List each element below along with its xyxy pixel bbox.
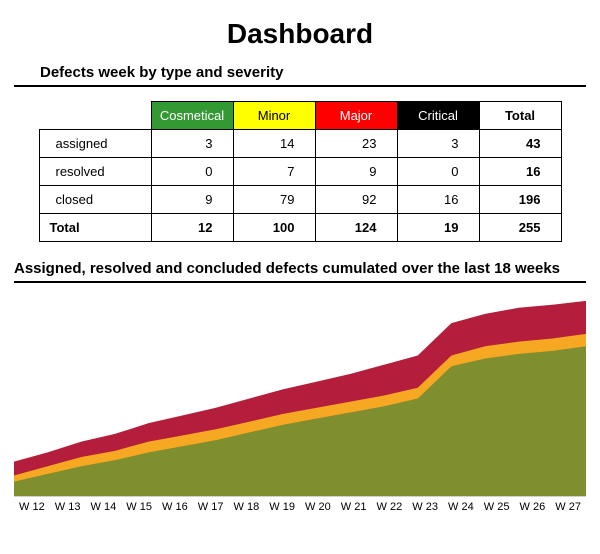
x-tick-label: W 17 (193, 497, 229, 517)
table-heading: Defects week by type and severity (40, 64, 586, 81)
x-tick-label: W 20 (300, 497, 336, 517)
cell: 16 (397, 186, 479, 214)
cell: 7 (233, 158, 315, 186)
x-tick-label: W 18 (229, 497, 265, 517)
col-critical: Critical (397, 102, 479, 130)
cell: 12 (151, 214, 233, 242)
cell-total: 16 (479, 158, 561, 186)
col-minor: Minor (233, 102, 315, 130)
chart-x-axis: W 12W 13W 14W 15W 16W 17W 18W 19W 20W 21… (14, 497, 586, 517)
col-cosmetical: Cosmetical (151, 102, 233, 130)
table-row: resolved 0 7 9 0 16 (39, 158, 561, 186)
cell: 3 (397, 130, 479, 158)
row-label: Total (39, 214, 151, 242)
x-tick-label: W 21 (336, 497, 372, 517)
cell: 14 (233, 130, 315, 158)
table-row: closed 9 79 92 16 196 (39, 186, 561, 214)
cell: 79 (233, 186, 315, 214)
cell: 0 (151, 158, 233, 186)
table-row: assigned 3 14 23 3 43 (39, 130, 561, 158)
x-tick-label: W 12 (14, 497, 50, 517)
row-label: resolved (39, 158, 151, 186)
x-tick-label: W 13 (50, 497, 86, 517)
x-tick-label: W 22 (372, 497, 408, 517)
row-label: closed (39, 186, 151, 214)
cell-total: 43 (479, 130, 561, 158)
cell-total: 196 (479, 186, 561, 214)
cell: 23 (315, 130, 397, 158)
divider (14, 281, 586, 283)
cell: 0 (397, 158, 479, 186)
divider (14, 85, 586, 87)
x-tick-label: W 27 (550, 497, 586, 517)
col-total: Total (479, 102, 561, 130)
row-label: assigned (39, 130, 151, 158)
x-tick-label: W 24 (443, 497, 479, 517)
x-tick-label: W 15 (121, 497, 157, 517)
table-corner (39, 102, 151, 130)
cell: 9 (315, 158, 397, 186)
area-chart: W 12W 13W 14W 15W 16W 17W 18W 19W 20W 21… (14, 297, 586, 517)
table-row-total: Total 12 100 124 19 255 (39, 214, 561, 242)
cell: 124 (315, 214, 397, 242)
x-tick-label: W 25 (479, 497, 515, 517)
x-tick-label: W 14 (86, 497, 122, 517)
cell-total: 255 (479, 214, 561, 242)
x-tick-label: W 16 (157, 497, 193, 517)
x-tick-label: W 23 (407, 497, 443, 517)
defects-table: Cosmetical Minor Major Critical Total as… (39, 101, 562, 242)
cell: 100 (233, 214, 315, 242)
x-tick-label: W 19 (264, 497, 300, 517)
cell: 92 (315, 186, 397, 214)
cell: 9 (151, 186, 233, 214)
cell: 3 (151, 130, 233, 158)
page-title: Dashboard (14, 18, 586, 50)
chart-canvas (14, 297, 586, 497)
col-major: Major (315, 102, 397, 130)
cell: 19 (397, 214, 479, 242)
x-tick-label: W 26 (515, 497, 551, 517)
chart-heading: Assigned, resolved and concluded defects… (14, 260, 586, 277)
